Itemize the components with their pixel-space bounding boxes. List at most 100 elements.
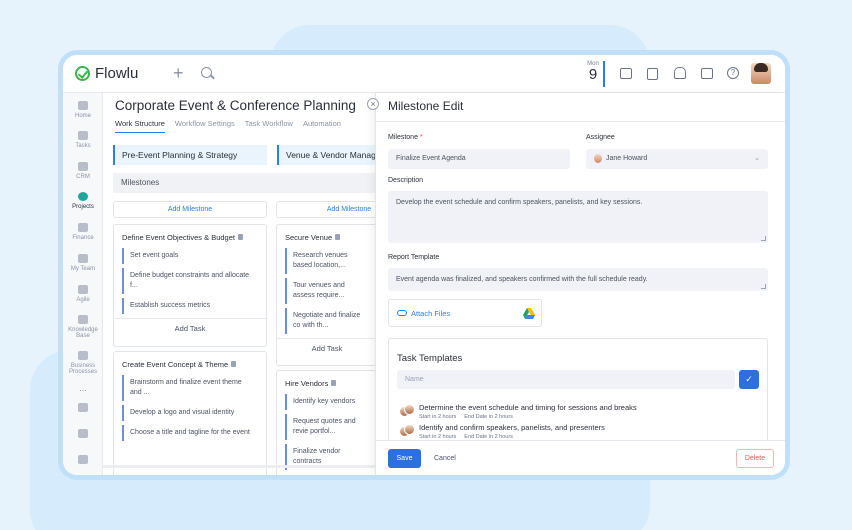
paperclip-icon [397,310,407,316]
assignee-select[interactable]: Jane Howard ⌄ [586,149,768,169]
task-item[interactable]: Brainstorm and finalize event theme and … [122,375,258,401]
add-milestone-button[interactable]: Add Milestone [113,201,267,218]
resize-handle[interactable] [761,284,766,289]
sidebar-extra-1[interactable] [63,403,103,415]
description-textarea[interactable]: Develop the event schedule and confirm s… [388,191,768,243]
tab-task-workflow[interactable]: Task Workflow [245,119,293,133]
milestone-card-title: Hire Vendors [277,371,375,394]
task-item[interactable]: Identify key vendors [285,394,369,410]
finance-icon [78,223,88,232]
milestone-name-input[interactable]: Finalize Event Agenda [388,149,570,169]
task-templates-title: Task Templates [397,353,463,364]
milestone-card[interactable]: Define Event Objectives & Budget Set eve… [113,224,267,347]
document-icon [335,234,341,240]
date-number: 9 [588,66,598,83]
sidebar-item-label: Tasks [75,143,91,149]
assignee-avatars [399,404,415,418]
app-logo[interactable]: Flowlu [75,65,138,82]
assignee-avatars [399,424,415,438]
sidebar-item-label: Projects [72,204,94,210]
milestone-card[interactable]: Hire Vendors Identify key vendors Reques… [276,370,375,475]
tab-work-structure[interactable]: Work Structure [115,119,165,133]
sidebar-item-label: Business Processes [68,363,97,375]
google-drive-icon[interactable] [523,308,535,319]
task-item[interactable]: Tour venues and assess require... [285,278,369,304]
sidebar-extra-2[interactable] [63,429,103,441]
save-button[interactable]: Save [388,449,421,468]
cancel-button[interactable]: Cancel [434,449,456,468]
milestone-field-label: Milestone * [388,134,423,141]
milestone-card-title: Define Event Objectives & Budget [114,225,266,248]
task-item[interactable]: Choose a title and tagline for the event [122,425,258,441]
sidebar-item-label: CRM [76,174,90,180]
calendar-date[interactable]: Mon 9 [583,61,605,87]
sidebar-item-knowledge-base[interactable]: Knowledge Base [63,315,103,339]
close-panel-icon[interactable]: × [367,98,379,110]
sidebar-item-label: Knowledge Base [68,327,98,339]
assignee-name: Jane Howard [606,155,648,162]
task-template-name-input[interactable]: Name [397,370,735,389]
sidebar-item-projects[interactable]: Projects [63,192,103,210]
document-icon [331,380,337,386]
sidebar-item-label: Agile [76,297,90,303]
required-mark: * [419,134,423,141]
task-item[interactable]: Establish success metrics [122,298,258,314]
delete-button[interactable]: Delete [736,449,774,468]
sidebar-item-more[interactable]: ... [63,383,103,393]
resize-handle[interactable] [761,236,766,241]
add-task-button[interactable]: Add Task [114,318,266,338]
milestone-card[interactable]: Secure Venue Research venues based locat… [276,224,375,366]
plus-icon[interactable]: + [173,63,184,84]
stage-header[interactable]: Venue & Vendor Manag [277,145,375,165]
home-icon [78,101,88,110]
report-template-textarea[interactable]: Event agenda was finalized, and speakers… [388,268,768,291]
milestones-header: Milestones [113,173,375,193]
logo-check-icon [75,66,90,81]
sidebar-item-my-team[interactable]: My Team [63,254,103,272]
task-item[interactable]: Define budget constraints and allocate f… [122,268,258,294]
tab-workflow-settings[interactable]: Workflow Settings [175,119,235,133]
document-icon [237,234,243,240]
add-task-button[interactable]: Add Task [277,338,375,358]
task-item[interactable]: Develop a logo and visual identity [122,405,258,421]
help-icon[interactable]: ? [727,67,739,79]
team-icon [78,254,88,263]
user-avatar[interactable] [751,63,771,84]
task-start: Start in 2 hours [419,414,457,420]
task-templates-section: Task Templates Name ✓ Determine the even… [388,338,768,448]
milestone-edit-panel: Milestone Edit Milestone * Finalize Even… [375,93,785,475]
add-milestone-button[interactable]: Add Milestone [276,201,375,218]
processes-icon [78,351,88,360]
sidebar-item-tasks[interactable]: Tasks [63,131,103,149]
task-item[interactable]: Negotiate and finalize co with th... [285,308,369,334]
task-item[interactable]: Request quotes and revie portfol... [285,414,369,440]
attach-files-button[interactable]: Attach Files [388,299,542,327]
horizontal-scrollbar[interactable] [103,465,375,468]
sidebar-item-label: Finance [72,235,94,241]
task-template-name: Determine the event schedule and timing … [419,403,637,412]
confirm-check-button[interactable]: ✓ [739,370,759,389]
more-icon: ... [79,383,87,393]
search-icon[interactable] [201,67,212,78]
attach-files-label: Attach Files [411,309,451,318]
sidebar-extra-3[interactable] [63,455,103,467]
task-item[interactable]: Set event goals [122,248,258,264]
sidebar-item-crm[interactable]: CRM [63,162,103,180]
bell-icon[interactable] [674,67,686,79]
notes-icon[interactable] [647,68,658,80]
chat-icon[interactable] [701,68,713,79]
milestone-title: Hire Vendors [285,379,329,388]
chevron-down-icon: ⌄ [754,155,760,162]
sidebar-item-finance[interactable]: Finance [63,223,103,241]
stage-header[interactable]: Pre-Event Planning & Strategy [113,145,267,165]
mail-icon[interactable] [620,68,632,79]
app-window: Flowlu + Mon 9 ? Home Tasks CRM Projects… [63,55,785,475]
milestone-card[interactable]: Create Event Concept & Theme Brainstorm … [113,351,267,475]
task-item[interactable]: Research venues based location,... [285,248,369,274]
sidebar-item-home[interactable]: Home [63,101,103,119]
sidebar-item-business-processes[interactable]: Business Processes [63,351,103,375]
panel-footer: Save Cancel Delete [376,440,785,475]
agile-icon [78,285,88,294]
sidebar-item-agile[interactable]: Agile [63,285,103,303]
tab-automation[interactable]: Automation [303,119,341,133]
